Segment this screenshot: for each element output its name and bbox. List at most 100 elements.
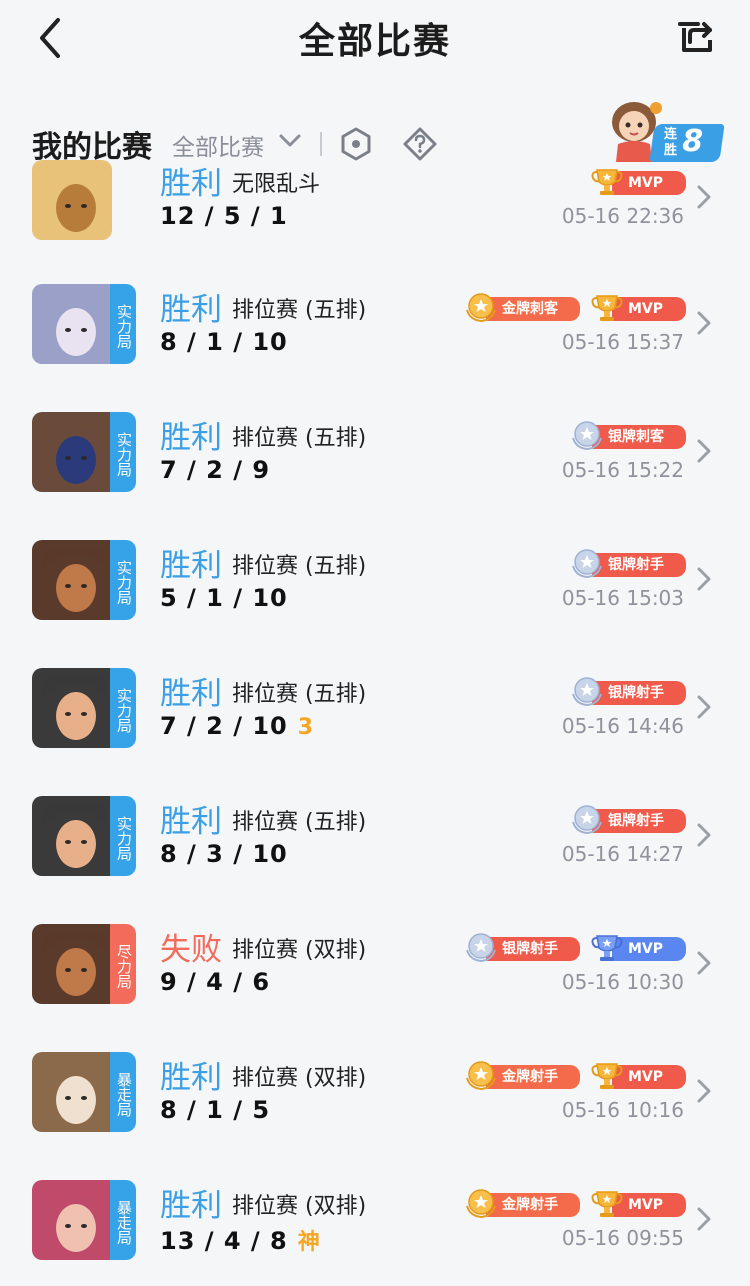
match-row[interactable]: 实力局 胜利 排位赛 (五排) 8 / 3 / 10 05-16 14:27 银牌射手 xyxy=(0,796,750,924)
kda-value: 7 / 2 / 10 xyxy=(160,712,288,740)
medal-icon xyxy=(572,805,602,835)
kda-value: 5 / 1 / 10 xyxy=(160,584,288,612)
match-row[interactable]: 实力局 胜利 排位赛 (五排) 5 / 1 / 10 05-16 15:03 银牌射手 xyxy=(0,540,750,668)
match-result: 胜利 xyxy=(160,676,222,712)
match-time: 05-16 15:37 xyxy=(561,330,684,354)
hero-avatar: 实力局 xyxy=(32,540,136,620)
medal-icon xyxy=(466,293,496,323)
badge-label: 金牌刺客 xyxy=(486,297,580,321)
match-row[interactable]: 暴走局 胜利 排位赛 (双排) 13 / 4 / 8 神 05-16 09:55 金牌射… xyxy=(0,1180,750,1286)
achievement-badge: 银牌射手 xyxy=(570,549,686,579)
filter-dropdown[interactable]: 全部比赛 xyxy=(172,128,264,162)
match-row[interactable]: 实力局 胜利 排位赛 (五排) 8 / 1 / 10 05-16 15:37 金牌刺客… xyxy=(0,284,750,412)
match-tag: 暴走局 xyxy=(110,1052,136,1132)
match-result: 胜利 xyxy=(160,292,222,328)
achievement-badge: MVP xyxy=(590,168,686,196)
kda-value: 12 / 5 / 1 xyxy=(160,202,288,230)
trophy-icon xyxy=(591,1063,623,1089)
achievement-badge: 银牌射手 xyxy=(570,805,686,835)
match-time: 05-16 14:46 xyxy=(561,714,684,738)
badge-label: 银牌射手 xyxy=(592,809,686,833)
chevron-right-icon[interactable] xyxy=(696,694,712,720)
kda-value: 8 / 3 / 10 xyxy=(160,840,288,868)
hero-avatar xyxy=(32,160,112,240)
match-row[interactable]: 暴走局 胜利 排位赛 (双排) 8 / 1 / 5 05-16 10:16 金牌射手 … xyxy=(0,1052,750,1180)
match-time: 05-16 15:22 xyxy=(561,458,684,482)
kda-score: 13 / 4 / 8 神 xyxy=(160,1224,321,1256)
badge-label: 银牌刺客 xyxy=(592,425,686,449)
chevron-right-icon[interactable] xyxy=(696,566,712,592)
match-time: 05-16 14:27 xyxy=(561,842,684,866)
achievement-badge: MVP xyxy=(590,1062,686,1090)
trophy-icon xyxy=(591,169,623,195)
trophy-icon xyxy=(591,295,623,321)
match-tag: 实力局 xyxy=(110,668,136,748)
chevron-right-icon[interactable] xyxy=(696,438,712,464)
medal-icon xyxy=(572,677,602,707)
top-nav: 全部比赛 xyxy=(0,0,750,76)
match-tag: 实力局 xyxy=(110,284,136,364)
kda-extra-badge: 神 xyxy=(297,1230,321,1255)
match-row[interactable]: 尽力局 失败 排位赛 (双排) 9 / 4 / 6 05-16 10:30 银牌射手 … xyxy=(0,924,750,1052)
hero-avatar: 尽力局 xyxy=(32,924,136,1004)
kda-score: 5 / 1 / 10 xyxy=(160,584,288,612)
achievement-badge: 银牌刺客 xyxy=(570,421,686,451)
match-time: 05-16 15:03 xyxy=(561,586,684,610)
medal-icon xyxy=(572,549,602,579)
achievement-badge: 银牌射手 xyxy=(464,933,580,963)
match-row[interactable]: 实力局 胜利 排位赛 (五排) 7 / 2 / 10 3 05-16 14:46 银牌射… xyxy=(0,668,750,796)
page-title: 全部比赛 xyxy=(298,21,451,62)
match-mode: 排位赛 (双排) xyxy=(232,1194,367,1219)
hero-portrait xyxy=(32,668,112,748)
kda-score: 8 / 1 / 10 xyxy=(160,328,288,356)
hero-avatar: 暴走局 xyxy=(32,1180,136,1260)
hero-portrait xyxy=(32,160,112,240)
kda-value: 8 / 1 / 5 xyxy=(160,1096,271,1124)
kda-value: 7 / 2 / 9 xyxy=(160,456,271,484)
hero-avatar: 实力局 xyxy=(32,796,136,876)
achievement-badge: 银牌射手 xyxy=(570,677,686,707)
badge-label: 银牌射手 xyxy=(486,937,580,961)
match-result: 胜利 xyxy=(160,804,222,840)
kda-score: 9 / 4 / 6 xyxy=(160,968,270,996)
chevron-right-icon[interactable] xyxy=(696,1078,712,1104)
hero-portrait xyxy=(32,1052,112,1132)
kda-value: 13 / 4 / 8 xyxy=(160,1227,288,1255)
help-icon[interactable] xyxy=(402,126,438,162)
match-time: 05-16 09:55 xyxy=(561,1226,684,1250)
chevron-right-icon[interactable] xyxy=(696,950,712,976)
achievement-badge: MVP xyxy=(590,1190,686,1218)
match-mode: 排位赛 (五排) xyxy=(232,426,367,451)
share-icon[interactable] xyxy=(676,16,718,58)
match-mode: 无限乱斗 xyxy=(232,172,321,197)
trophy-icon xyxy=(591,935,623,961)
chevron-right-icon[interactable] xyxy=(696,1206,712,1232)
match-row[interactable]: 胜利 无限乱斗 12 / 5 / 1 05-16 22:36 MVP xyxy=(0,160,750,288)
hero-portrait xyxy=(32,924,112,1004)
kda-score: 8 / 1 / 5 xyxy=(160,1096,270,1124)
hero-portrait xyxy=(32,796,112,876)
match-tag: 尽力局 xyxy=(110,924,136,1004)
match-result: 胜利 xyxy=(160,1188,222,1224)
chevron-right-icon[interactable] xyxy=(696,310,712,336)
match-mode: 排位赛 (双排) xyxy=(232,1066,367,1091)
chevron-right-icon[interactable] xyxy=(696,822,712,848)
match-tag: 实力局 xyxy=(110,540,136,620)
achievement-badge: 金牌射手 xyxy=(464,1061,580,1091)
medal-icon xyxy=(466,1189,496,1219)
match-mode: 排位赛 (五排) xyxy=(232,298,367,323)
kda-extra-badge: 3 xyxy=(297,715,315,740)
kda-value: 8 / 1 / 10 xyxy=(160,328,288,356)
badge-label: 金牌射手 xyxy=(486,1065,580,1089)
match-mode: 排位赛 (双排) xyxy=(232,938,367,963)
chevron-down-icon[interactable] xyxy=(278,132,302,150)
match-result: 失败 xyxy=(160,932,222,968)
match-tag: 实力局 xyxy=(110,796,136,876)
match-row[interactable]: 实力局 胜利 排位赛 (五排) 7 / 2 / 9 05-16 15:22 银牌刺客 xyxy=(0,412,750,540)
chevron-right-icon[interactable] xyxy=(696,184,712,210)
kda-score: 8 / 3 / 10 xyxy=(160,840,288,868)
achievement-badge: MVP xyxy=(590,934,686,962)
settings-hex-icon[interactable] xyxy=(338,126,374,162)
hero-portrait xyxy=(32,540,112,620)
badge-label: 银牌射手 xyxy=(592,553,686,577)
